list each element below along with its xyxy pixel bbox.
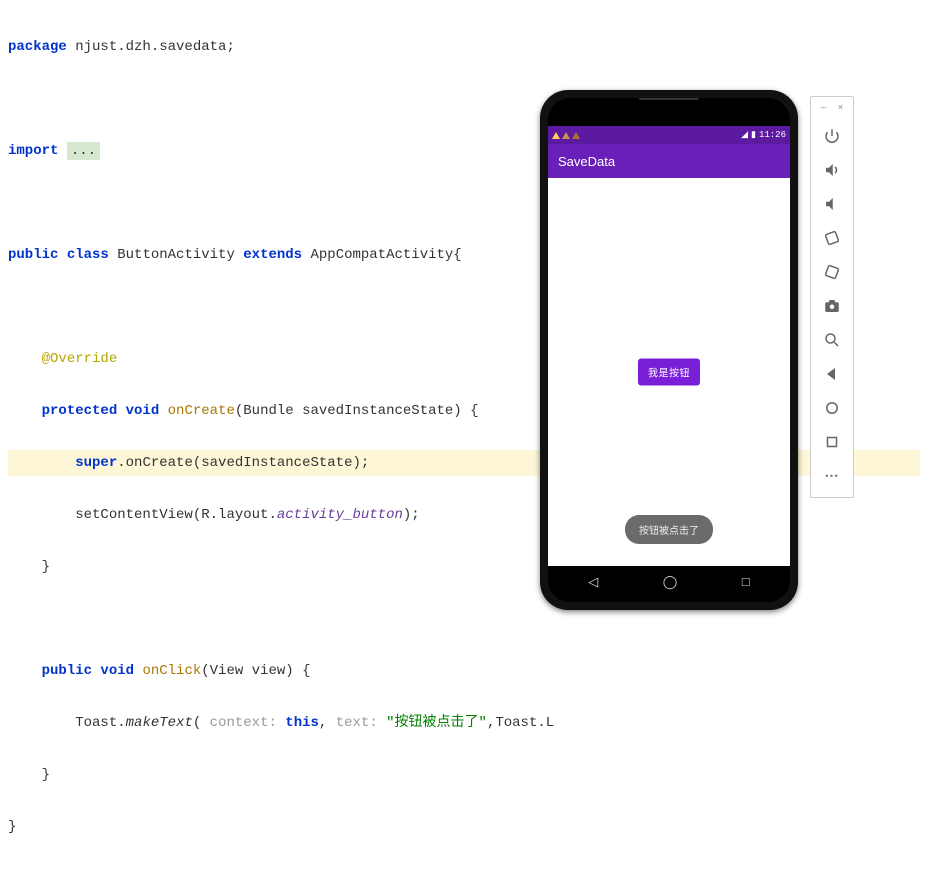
status-icons-left (552, 132, 580, 139)
keyword-void: void (100, 663, 142, 679)
volume-up-icon[interactable] (816, 154, 848, 186)
camera-icon[interactable] (816, 290, 848, 322)
brace-close: } (42, 767, 50, 783)
toast-class: Toast. (75, 715, 125, 731)
zoom-icon[interactable] (816, 324, 848, 356)
keyword-this: this (285, 715, 319, 731)
emulator-minimize-button[interactable]: — (821, 103, 826, 113)
method-onClick: onClick (142, 663, 201, 679)
setContentView-call: setContentView(R.layout. (75, 507, 277, 523)
volume-down-icon[interactable] (816, 188, 848, 220)
keyword-void: void (126, 403, 168, 419)
toast-tail: ,Toast.L (487, 715, 554, 731)
warning-icon (552, 132, 560, 139)
param-hint-text: text: (336, 715, 386, 731)
package-path: njust.dzh.savedata; (67, 39, 235, 55)
app-title: SaveData (558, 154, 615, 169)
status-bar: ◢ ▮ 11:26 (548, 126, 790, 144)
app-body[interactable]: 我是按钮 按钮被点击了 (548, 178, 790, 566)
super-call: .onCreate(savedInstanceState); (117, 455, 369, 471)
toast-message: 按钮被点击了 (625, 515, 713, 544)
back-icon[interactable] (816, 358, 848, 390)
signal-icon: ◢ (741, 130, 748, 140)
brace-close: } (8, 819, 16, 835)
phone-speaker (639, 98, 699, 100)
keyword-protected: protected (42, 403, 126, 419)
onClick-params: (View view) { (201, 663, 310, 679)
power-icon[interactable] (816, 120, 848, 152)
emulator-device-frame: ◢ ▮ 11:26 SaveData 我是按钮 按钮被点击了 ◁ ◯ □ (540, 90, 798, 610)
rotate-right-icon[interactable] (816, 256, 848, 288)
superclass-name: AppCompatActivity{ (310, 247, 461, 263)
status-right: ◢ ▮ 11:26 (741, 130, 786, 140)
app-bar: SaveData (548, 144, 790, 178)
keyword-class: class (67, 247, 117, 263)
emulator-close-button[interactable]: × (838, 103, 843, 113)
emulator-toolbar: — × ⋯ (810, 96, 854, 498)
status-time: 11:26 (759, 130, 786, 140)
keyword-extends: extends (243, 247, 310, 263)
layout-ref: activity_button (277, 507, 403, 523)
keyword-public: public (42, 663, 101, 679)
keyword-import: import (8, 143, 67, 159)
brace-close: } (42, 559, 50, 575)
keyword-public: public (8, 247, 67, 263)
call-close: ); (403, 507, 420, 523)
class-name: ButtonActivity (117, 247, 243, 263)
folded-imports[interactable]: ... (67, 142, 100, 160)
android-nav-bar: ◁ ◯ □ (556, 568, 782, 596)
battery-icon: ▮ (751, 130, 756, 140)
keyword-package: package (8, 39, 67, 55)
overview-icon[interactable] (816, 426, 848, 458)
method-onCreate: onCreate (168, 403, 235, 419)
nav-recent-icon[interactable]: □ (742, 575, 750, 590)
param-hint-context: context: (210, 715, 286, 731)
home-icon[interactable] (816, 392, 848, 424)
warning-icon (562, 132, 570, 139)
toast-makeText: makeText (126, 715, 193, 731)
more-icon[interactable]: ⋯ (816, 460, 848, 492)
keyword-super: super (75, 455, 117, 471)
string-literal: "按钮被点击了" (386, 715, 487, 731)
emulator-screen[interactable]: ◢ ▮ 11:26 SaveData 我是按钮 按钮被点击了 (548, 126, 790, 566)
warning-icon (572, 132, 580, 139)
nav-back-icon[interactable]: ◁ (588, 575, 598, 590)
rotate-left-icon[interactable] (816, 222, 848, 254)
onCreate-params: (Bundle savedInstanceState) { (235, 403, 479, 419)
annotation-override: @Override (42, 351, 118, 367)
demo-button[interactable]: 我是按钮 (638, 359, 700, 386)
nav-home-icon[interactable]: ◯ (663, 575, 678, 590)
